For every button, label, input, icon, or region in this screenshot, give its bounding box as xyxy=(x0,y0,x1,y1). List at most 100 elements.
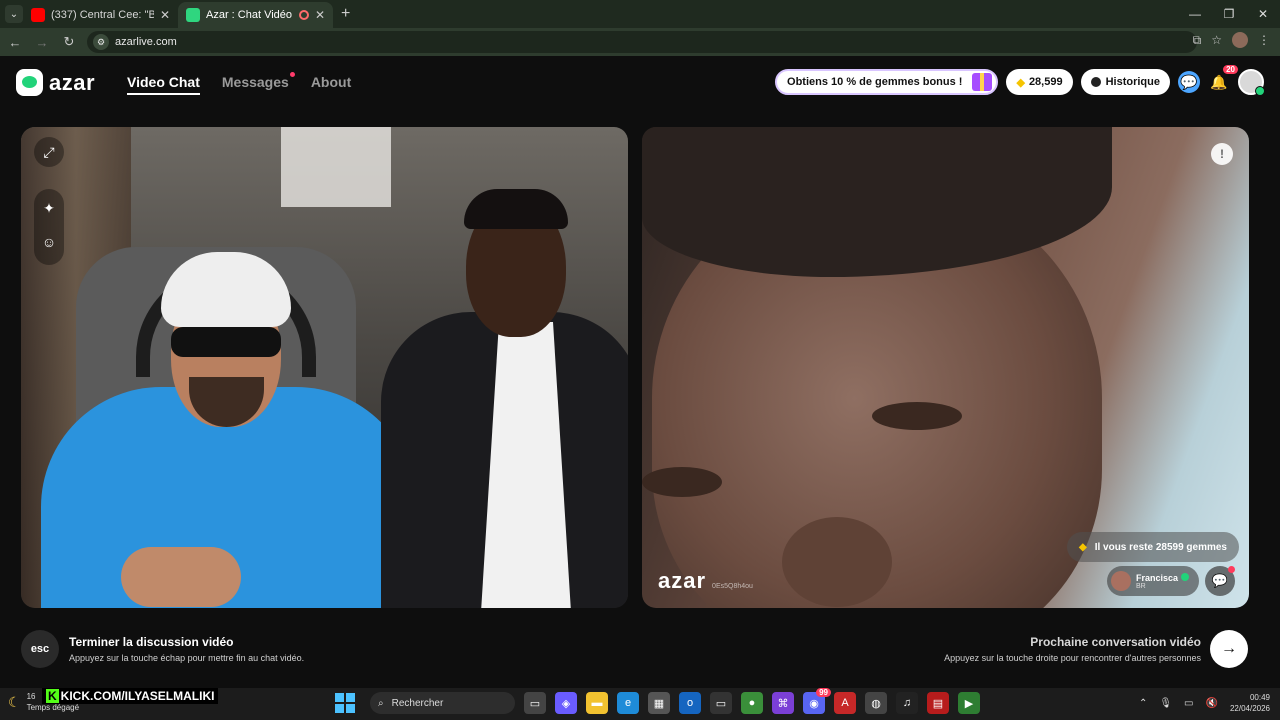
windows-taskbar: ☾ 16 Temps dégagé K KICK.COM/ILYASELMALIKI… xyxy=(0,688,1280,720)
app-icon[interactable]: ▶ xyxy=(958,692,980,714)
outlook-icon[interactable]: o xyxy=(679,692,701,714)
minimize-icon[interactable]: — xyxy=(1178,0,1212,28)
youtube-icon xyxy=(31,8,45,22)
expand-icon[interactable]: ⤢ xyxy=(34,137,64,167)
gem-icon: ◆ xyxy=(1016,76,1025,89)
gem-bonus-label: Obtiens 10 % de gemmes bonus ! xyxy=(787,76,963,88)
report-shield-icon[interactable]: ! xyxy=(1211,143,1233,165)
tab-search-icon[interactable]: ⌄ xyxy=(5,5,23,23)
next-chat-button[interactable]: → xyxy=(1210,630,1248,668)
azar-icon xyxy=(186,8,200,22)
close-tab-icon[interactable]: ✕ xyxy=(315,8,325,22)
chrome-icon[interactable]: ● xyxy=(741,692,763,714)
peer-profile-chip[interactable]: Francisca BR xyxy=(1106,566,1199,596)
gem-icon: ◆ xyxy=(1078,541,1087,553)
peer-name: Francisca xyxy=(1135,572,1178,583)
nav-about[interactable]: About xyxy=(311,74,351,95)
end-chat-title: Terminer la discussion vidéo xyxy=(69,635,234,649)
unread-dot xyxy=(289,72,295,77)
peer-country: BR xyxy=(1135,582,1146,590)
file-explorer-icon[interactable]: ▬ xyxy=(586,692,608,714)
network-icon[interactable]: ▭ xyxy=(1184,698,1193,709)
app-header: azar Video Chat Messages About Obtiens 1… xyxy=(0,58,1280,106)
tab-youtube[interactable]: (337) Central Cee: "Band4Band ✕ xyxy=(23,2,178,28)
task-view-icon[interactable]: ▭ xyxy=(524,692,546,714)
copilot-icon[interactable]: ◈ xyxy=(555,692,577,714)
tab-azar[interactable]: Azar : Chat Vidéo avec de n ✕ xyxy=(178,2,333,28)
main-nav: Video Chat Messages About xyxy=(127,72,351,95)
sunglasses xyxy=(171,327,281,357)
open-chat-button[interactable]: 💬 xyxy=(1205,566,1235,596)
close-tab-icon[interactable]: ✕ xyxy=(160,8,170,22)
nav-messages-label: Messages xyxy=(221,74,289,90)
chat-bubble-icon[interactable]: 💬 xyxy=(1178,71,1200,93)
restore-icon[interactable]: ❐ xyxy=(1212,0,1246,28)
app-icon[interactable]: ♫ xyxy=(896,692,918,714)
notification-bell-icon[interactable]: 🔔 20 xyxy=(1208,65,1238,93)
window-controls: — ❐ ✕ xyxy=(1178,0,1280,28)
app-icon[interactable]: ▭ xyxy=(710,692,732,714)
address-bar: ← → ↻ ⚙ azarlive.com ⧉ ☆ ⋮ xyxy=(0,28,1280,56)
browser-menu-icon[interactable]: ⋮ xyxy=(1258,33,1270,47)
system-tray: ⌃ 🎙 ▭ 🔇 00:49 22/04/2026 xyxy=(1139,692,1270,714)
end-chat-hint: Appuyez sur la touche échap pour mettre … xyxy=(69,653,305,663)
edge-icon[interactable]: e xyxy=(617,692,639,714)
unread-dot xyxy=(1228,566,1235,573)
date: 22/04/2026 xyxy=(1229,704,1270,713)
clock[interactable]: 00:49 22/04/2026 xyxy=(1230,692,1270,714)
kick-overlay-text: KICK.COM/ILYASELMALIKI xyxy=(60,689,215,703)
bookmark-star-icon[interactable]: ☆ xyxy=(1211,33,1222,47)
history-label: Historique xyxy=(1105,76,1160,88)
discord-icon[interactable]: ◉ 99 xyxy=(803,688,831,714)
forward-icon[interactable]: → xyxy=(30,30,54,54)
eye xyxy=(642,467,722,497)
new-tab-button[interactable]: + xyxy=(341,5,350,23)
tab-title: (337) Central Cee: "Band4Band xyxy=(51,9,154,21)
moon-icon: ☾ xyxy=(8,693,21,710)
taskbar-search[interactable]: ⌕ Rechercher xyxy=(370,692,515,714)
effects-group: ✦ ☺ xyxy=(34,189,64,265)
url-field[interactable]: ⚙ azarlive.com xyxy=(87,31,1197,53)
notification-badge: 20 xyxy=(1223,65,1238,74)
verified-icon xyxy=(1181,572,1189,581)
app-icon[interactable]: ▤ xyxy=(927,692,949,714)
history-button[interactable]: Historique xyxy=(1080,69,1170,95)
end-chat-button[interactable]: esc xyxy=(21,630,59,668)
discord-badge: 99 xyxy=(816,688,831,697)
gem-balance-button[interactable]: ◆ 28,599 xyxy=(1006,69,1073,95)
clock-icon xyxy=(1090,77,1101,87)
back-icon[interactable]: ← xyxy=(3,30,27,54)
azar-watermark: azar 0Es5Q8h4ou xyxy=(658,568,753,594)
browser-profile-avatar[interactable] xyxy=(1232,32,1248,48)
nose xyxy=(782,517,892,607)
nav-messages[interactable]: Messages xyxy=(221,72,295,95)
recording-icon xyxy=(298,10,309,20)
kick-overlay: K KICK.COM/ILYASELMALIKI xyxy=(42,688,219,704)
chevron-up-icon[interactable]: ⌃ xyxy=(1139,698,1147,709)
close-window-icon[interactable]: ✕ xyxy=(1246,0,1280,28)
time: 00:49 xyxy=(1249,693,1270,702)
acrobat-icon[interactable]: A xyxy=(834,692,856,714)
gems-remaining-text: Il vous reste 28599 gemmes xyxy=(1094,541,1227,553)
peer-avatar xyxy=(1110,571,1131,591)
reload-icon[interactable]: ↻ xyxy=(57,30,81,54)
nav-video-chat[interactable]: Video Chat xyxy=(127,74,200,95)
volume-icon[interactable]: 🔇 xyxy=(1206,698,1218,709)
video-tools: ⤢ ✦ ☺ xyxy=(34,137,64,265)
install-app-icon[interactable]: ⧉ xyxy=(1193,33,1202,48)
site-info-icon[interactable]: ⚙ xyxy=(93,34,109,50)
magic-wand-icon[interactable]: ✦ xyxy=(34,193,64,223)
game-controller-icon[interactable]: ⌘ xyxy=(772,692,794,714)
face-filter-icon[interactable]: ☺ xyxy=(34,227,64,257)
store-icon[interactable]: ▦ xyxy=(648,692,670,714)
clasped-hands xyxy=(121,547,241,607)
tab-title: Azar : Chat Vidéo avec de n xyxy=(206,9,295,21)
gem-bonus-button[interactable]: Obtiens 10 % de gemmes bonus ! xyxy=(775,69,999,95)
microphone-icon[interactable]: 🎙 xyxy=(1159,698,1172,709)
windows-start-icon[interactable] xyxy=(335,693,355,713)
obs-icon[interactable]: ◍ xyxy=(865,692,887,714)
user-avatar[interactable] xyxy=(1238,69,1265,96)
browser-tabbar: ⌄ (337) Central Cee: "Band4Band ✕ Azar :… xyxy=(0,0,1280,28)
azar-logo[interactable]: azar xyxy=(16,69,95,96)
remote-video: ! azar 0Es5Q8h4ou ◆ Il vous reste 28599 … xyxy=(642,127,1249,608)
